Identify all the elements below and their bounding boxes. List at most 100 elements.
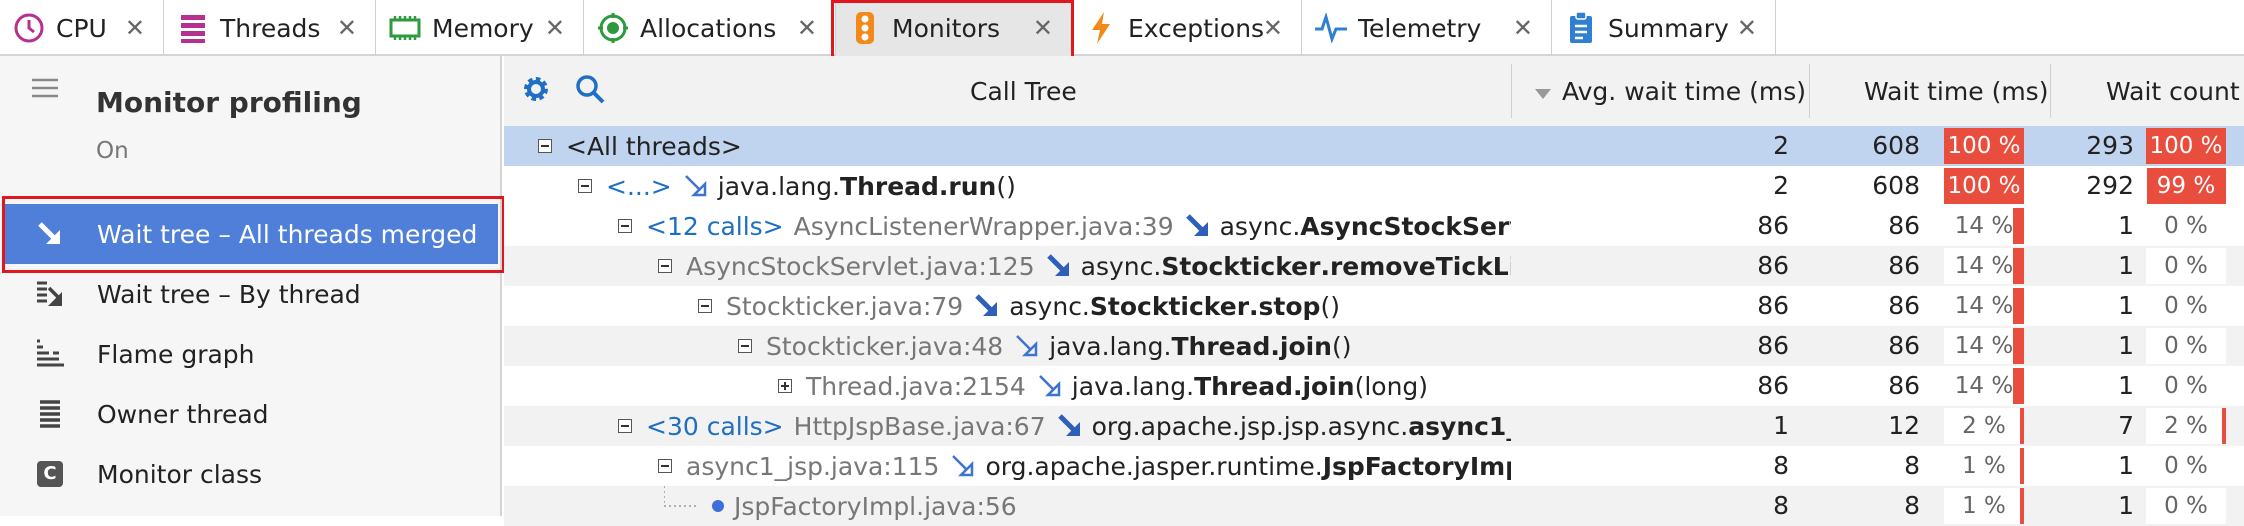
close-icon[interactable]: ✕ <box>1263 14 1283 42</box>
sidebar-item-monitor-class[interactable]: C Monitor class <box>3 444 498 504</box>
column-header-avg-wait-time[interactable]: Avg. wait time (ms) <box>1534 56 1806 126</box>
table-row[interactable]: Stockticker.java:79 async. Stockticker .sto… <box>504 286 2244 326</box>
wait-count-percent-bar: 99 % <box>2146 168 2226 204</box>
collapse-toggle-icon[interactable] <box>538 139 552 153</box>
call-tree-cell[interactable]: Thread.java:2154 java.lang. Thread .join (lo… <box>504 366 1511 406</box>
wait-arrow-icon <box>1045 252 1081 280</box>
allocations-icon <box>596 11 630 45</box>
profiling-status: On <box>96 138 129 164</box>
call-tree-cell[interactable]: async1_jsp.java:115 org.apache.jasper.run… <box>504 446 1511 486</box>
call-count-link[interactable]: <...> <box>606 172 672 201</box>
leaf-node-icon <box>712 500 724 512</box>
wait-time-value: 8 <box>1904 451 1920 480</box>
tab-threads[interactable]: Threads ✕ <box>164 0 376 56</box>
collapse-toggle-icon[interactable] <box>698 299 712 313</box>
table-row[interactable]: <...> java.lang. Thread .run() 2 608 100 % 292 9… <box>504 166 2244 206</box>
avg-wait-time-value: 86 <box>1757 291 1789 320</box>
call-tree-cell[interactable]: <30 calls> HttpJspBase.java:67 org.apache.… <box>504 406 1511 446</box>
close-icon[interactable]: ✕ <box>797 14 817 42</box>
tab-label: Exceptions <box>1128 13 1265 43</box>
avg-wait-time-value: 8 <box>1773 451 1789 480</box>
method-name: .stop <box>1249 291 1321 321</box>
source-location: AsyncStockServlet.java:125 <box>686 251 1035 281</box>
sidebar-item-label: Owner thread <box>97 399 269 429</box>
gear-icon[interactable] <box>520 73 554 107</box>
class-name: async1_jsp <box>1408 411 1511 441</box>
owner-thread-icon <box>33 397 67 431</box>
close-icon[interactable]: ✕ <box>337 14 357 42</box>
source-location: Thread.java:2154 <box>806 371 1026 401</box>
wait-count-value: 1 <box>2118 291 2134 320</box>
tab-cpu[interactable]: CPU ✕ <box>0 0 164 56</box>
tab-memory[interactable]: Memory ✕ <box>376 0 584 56</box>
wait-time-value: 86 <box>1888 211 1920 240</box>
collapse-toggle-icon[interactable] <box>618 219 632 233</box>
sidebar-item-flame-graph[interactable]: Flame graph <box>3 324 498 384</box>
sort-descending-icon <box>1534 77 1552 106</box>
call-tree-table: Call Tree Avg. wait time (ms) Wait time … <box>504 56 2244 526</box>
table-row[interactable]: <All threads> 2 608 100 % 293 100 % <box>504 126 2244 166</box>
class-name: Thread <box>1171 331 1271 361</box>
wait-time-value: 86 <box>1888 251 1920 280</box>
tab-summary[interactable]: Summary ✕ <box>1552 0 1776 56</box>
tab-allocations[interactable]: Allocations ✕ <box>584 0 836 56</box>
collapse-toggle-icon[interactable] <box>738 339 752 353</box>
table-row[interactable]: Stockticker.java:48 java.lang. Thread .join… <box>504 326 2244 366</box>
table-row[interactable]: JspFactoryImpl.java:56 8 8 1 % 1 0 % <box>504 486 2244 526</box>
close-icon[interactable]: ✕ <box>1737 14 1757 42</box>
wait-count-value: 293 <box>2086 131 2134 160</box>
method-args: () <box>1320 291 1340 321</box>
column-header-call-tree[interactable]: Call Tree <box>970 56 1077 126</box>
threads-icon <box>176 11 210 45</box>
collapse-toggle-icon[interactable] <box>578 179 592 193</box>
wait-arrow-icon <box>1036 372 1072 400</box>
search-icon[interactable] <box>574 73 608 107</box>
column-header-wait-time[interactable]: Wait time (ms) <box>1864 56 2048 126</box>
wait-time-value: 12 <box>1888 411 1920 440</box>
tab-exceptions[interactable]: Exceptions ✕ <box>1072 0 1302 56</box>
call-tree-cell[interactable]: <...> java.lang. Thread .run() <box>504 166 1511 206</box>
call-tree-cell[interactable]: Stockticker.java:79 async. Stockticker .sto… <box>504 286 1511 326</box>
package-name: org.apache.jsp.jsp.async. <box>1091 411 1409 441</box>
table-row[interactable]: async1_jsp.java:115 org.apache.jasper.run… <box>504 446 2244 486</box>
wait-time-percent-bar: 14 % <box>1944 288 2024 324</box>
method-args: () <box>1331 331 1352 361</box>
hamburger-menu-icon[interactable] <box>30 76 60 100</box>
table-row[interactable]: Thread.java:2154 java.lang. Thread .join (lo… <box>504 366 2244 406</box>
wait-count-value: 1 <box>2118 211 2134 240</box>
package-name: async. <box>1080 251 1162 281</box>
table-row[interactable]: AsyncStockServlet.java:125 async. Stocktic… <box>504 246 2244 286</box>
call-count-link[interactable]: <30 calls> <box>646 412 784 441</box>
wait-time-value: 608 <box>1872 171 1920 200</box>
close-icon[interactable]: ✕ <box>545 14 565 42</box>
call-tree-cell[interactable]: <12 calls> AsyncListenerWrapper.java:39 as… <box>504 206 1511 246</box>
close-icon[interactable]: ✕ <box>1513 14 1533 42</box>
call-count-link[interactable]: <12 calls> <box>646 212 784 241</box>
avg-wait-time-value: 86 <box>1757 331 1789 360</box>
wait-count-value: 1 <box>2118 251 2134 280</box>
table-row[interactable]: <30 calls> HttpJspBase.java:67 org.apache.… <box>504 406 2244 446</box>
collapse-toggle-icon[interactable] <box>658 459 672 473</box>
call-tree-cell[interactable]: <All threads> <box>504 126 1511 166</box>
sidebar-item-owner-thread[interactable]: Owner thread <box>3 384 498 444</box>
collapse-toggle-icon[interactable] <box>618 419 632 433</box>
wait-count-percent-bar: 0 % <box>2146 368 2226 404</box>
class-name: Thread <box>1194 371 1293 401</box>
wait-count-value: 1 <box>2118 451 2134 480</box>
expand-toggle-icon[interactable] <box>778 379 792 393</box>
package-name: org.apache.jasper.runtime. <box>985 451 1323 481</box>
package-name: java.lang. <box>1071 371 1195 401</box>
sidebar-item-wait-tree-by-thread[interactable]: Wait tree – By thread <box>3 264 498 324</box>
pulse-icon <box>1314 11 1348 45</box>
package-name: <All threads> <box>566 131 742 161</box>
wait-count-value: 292 <box>2086 171 2134 200</box>
column-header-wait-count[interactable]: Wait count <box>2106 56 2240 126</box>
close-icon[interactable]: ✕ <box>125 14 145 42</box>
call-tree-cell[interactable]: AsyncStockServlet.java:125 async. Stocktic… <box>504 246 1511 286</box>
tab-telemetry[interactable]: Telemetry ✕ <box>1302 0 1552 56</box>
table-row[interactable]: <12 calls> AsyncListenerWrapper.java:39 as… <box>504 206 2244 246</box>
collapse-toggle-icon[interactable] <box>658 259 672 273</box>
call-tree-cell[interactable]: JspFactoryImpl.java:56 <box>504 486 1511 526</box>
call-tree-cell[interactable]: Stockticker.java:48 java.lang. Thread .join… <box>504 326 1511 366</box>
tab-label: Allocations <box>640 13 777 43</box>
